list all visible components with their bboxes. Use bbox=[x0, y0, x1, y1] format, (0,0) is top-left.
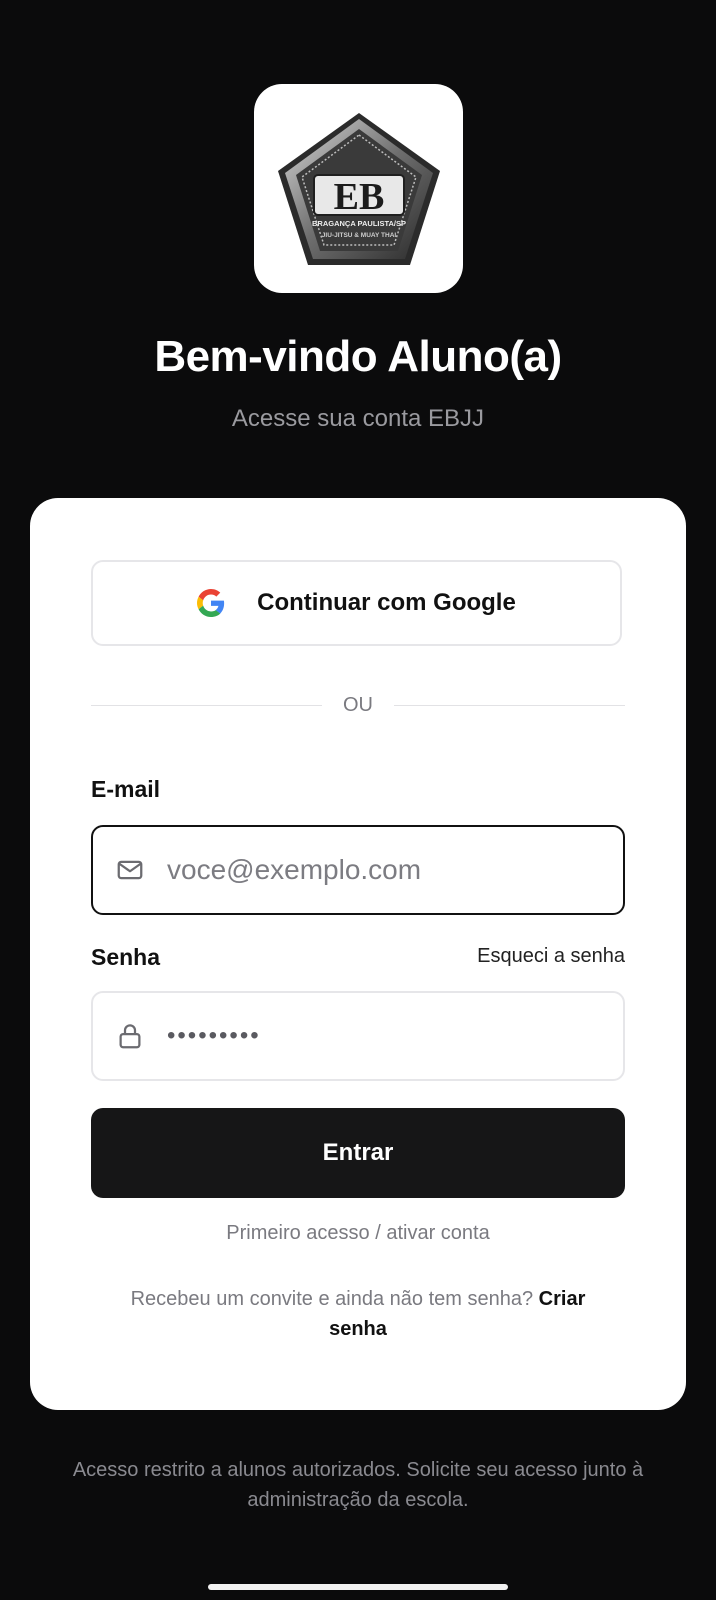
mail-icon bbox=[117, 860, 143, 880]
email-label: E-mail bbox=[91, 776, 161, 802]
or-divider: OU bbox=[91, 694, 625, 718]
google-icon bbox=[197, 589, 225, 617]
page-subtitle: Acesse sua conta EBJJ bbox=[231, 405, 485, 432]
invite-text: Recebeu um convite e ainda não tem senha… bbox=[100, 1284, 616, 1344]
svg-text:BRAGANÇA PAULISTA/SP: BRAGANÇA PAULISTA/SP bbox=[311, 219, 405, 228]
submit-button[interactable]: Entrar bbox=[91, 1108, 625, 1198]
google-signin-label: Continuar com Google bbox=[257, 589, 516, 616]
lock-icon bbox=[119, 1024, 141, 1049]
svg-text:EB: EB bbox=[333, 176, 384, 218]
email-placeholder: voce@exemplo.com bbox=[167, 854, 422, 885]
page-title: Bem-vindo Aluno(a) bbox=[154, 332, 562, 381]
school-logo: EB BRAGANÇA PAULISTA/SP JIU-JITSU & MUAY… bbox=[254, 84, 463, 293]
footer-notice: Acesso restrito a alunos autorizados. So… bbox=[72, 1459, 644, 1511]
svg-text:JIU-JITSU & MUAY THAI: JIU-JITSU & MUAY THAI bbox=[321, 232, 396, 239]
password-value: ••••••••• bbox=[167, 1022, 261, 1049]
divider-line-right bbox=[394, 705, 625, 706]
invite-message: Recebeu um convite e ainda não tem senha… bbox=[130, 1288, 534, 1310]
eb-shield-logo-icon: EB BRAGANÇA PAULISTA/SP JIU-JITSU & MUAY… bbox=[277, 112, 440, 265]
password-field[interactable]: ••••••••• bbox=[91, 991, 625, 1081]
password-label: Senha bbox=[91, 944, 161, 970]
first-access-link[interactable]: Primeiro acesso / ativar conta bbox=[30, 1222, 686, 1245]
home-indicator[interactable] bbox=[208, 1584, 508, 1590]
forgot-password-link[interactable]: Esqueci a senha bbox=[477, 945, 625, 968]
google-signin-button[interactable]: Continuar com Google bbox=[91, 560, 622, 646]
email-field[interactable]: voce@exemplo.com bbox=[91, 825, 625, 915]
login-card: Continuar com Google OU E-mail voce@exem… bbox=[30, 498, 686, 1410]
